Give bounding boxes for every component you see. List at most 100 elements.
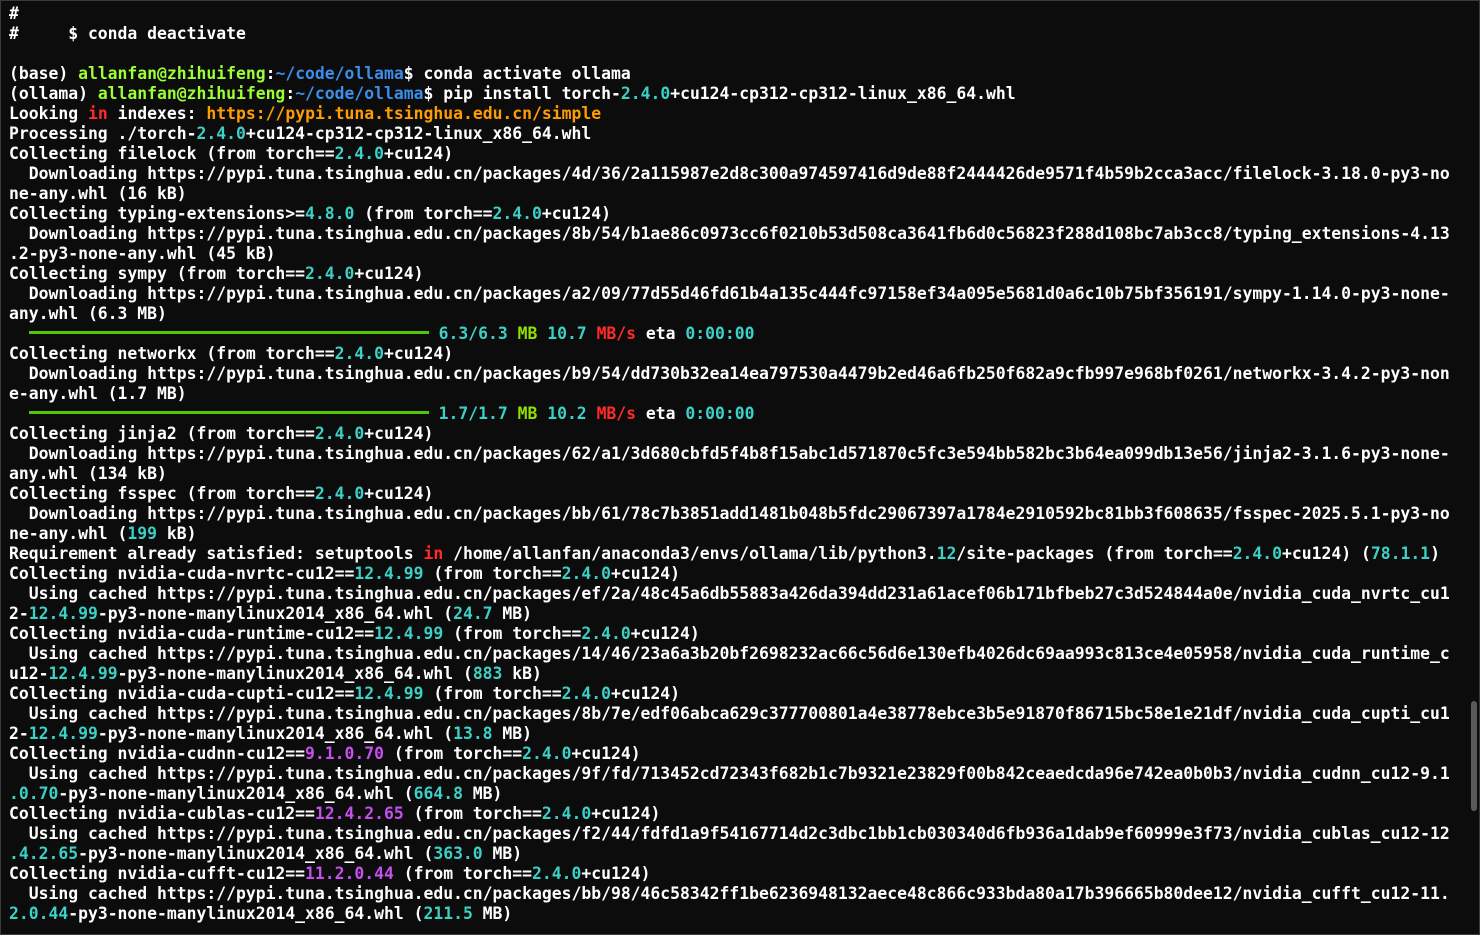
terminal-text-segment: Collecting nvidia-cufft-cu12==: [9, 864, 306, 883]
terminal-text-segment: e-any.whl (1.7 MB): [9, 384, 187, 403]
terminal-text-segment: 199: [127, 524, 158, 543]
terminal-text-segment: 2.4.0: [196, 124, 246, 143]
terminal-text-segment: Using cached https://pypi.tuna.tsinghua.…: [9, 584, 1450, 603]
terminal-line: Collecting sympy (from torch==2.4.0+cu12…: [9, 264, 1467, 284]
terminal-line: .2-py3-none-any.whl (45 kB): [9, 244, 1467, 264]
terminal-line: Downloading https://pypi.tuna.tsinghua.e…: [9, 284, 1467, 304]
terminal-line: Using cached https://pypi.tuna.tsinghua.…: [9, 584, 1467, 604]
terminal-line: 2-12.4.99-py3-none-manylinux2014_x86_64.…: [9, 604, 1467, 624]
terminal-text-segment: Downloading https://pypi.tuna.tsinghua.e…: [9, 224, 1450, 243]
terminal-line: Collecting nvidia-cuda-nvrtc-cu12==12.4.…: [9, 564, 1467, 584]
terminal-line: Requirement already satisfied: setuptool…: [9, 544, 1467, 564]
terminal-text-segment: -py3-none-manylinux2014_x86_64.whl (: [117, 664, 473, 683]
terminal-text-segment: 12: [936, 544, 957, 563]
terminal-text-segment: +cu124): [610, 564, 681, 583]
terminal-text-segment: 0:00:00: [685, 404, 755, 423]
terminal-text-segment: 12.4.2.65: [314, 804, 404, 823]
terminal-text-segment: -py3-none-manylinux2014_x86_64.whl (: [97, 604, 454, 623]
terminal-text-segment: 2.4.0: [334, 344, 384, 363]
terminal-text-segment: https://pypi.tuna.tsinghua.edu.cn/simple: [206, 104, 602, 123]
terminal-text-segment: 883: [472, 664, 503, 683]
terminal-text-segment: 12.4.99: [354, 684, 424, 703]
terminal-line: ne-any.whl (16 kB): [9, 184, 1467, 204]
terminal-text-segment: Using cached https://pypi.tuna.tsinghua.…: [9, 704, 1450, 723]
terminal-text-segment: allanfan@zhihuifeng: [97, 84, 286, 103]
terminal-text-segment: MB/s: [596, 404, 637, 423]
terminal-text-segment: Collecting nvidia-cuda-cupti-cu12==: [9, 684, 355, 703]
terminal-text-segment: Using cached https://pypi.tuna.tsinghua.…: [9, 764, 1450, 783]
terminal-text-segment: 2.4.0: [314, 484, 365, 503]
terminal-line: Collecting typing-extensions>=4.8.0 (fro…: [9, 204, 1467, 224]
terminal-line: #: [9, 4, 1467, 24]
terminal-text-segment: MB: [517, 324, 538, 343]
terminal-text-segment: Downloading https://pypi.tuna.tsinghua.e…: [9, 284, 1450, 303]
terminal-text-segment: 211.5: [423, 904, 473, 923]
terminal-line: Using cached https://pypi.tuna.tsinghua.…: [9, 704, 1467, 724]
terminal-text-segment: allanfan@zhihuifeng: [78, 64, 266, 83]
terminal-line: (ollama) allanfan@zhihuifeng:~/code/olla…: [9, 84, 1467, 104]
terminal-text-segment: (from torch==: [384, 744, 523, 763]
terminal-line: Collecting fsspec (from torch==2.4.0+cu1…: [9, 484, 1467, 504]
terminal-line: Downloading https://pypi.tuna.tsinghua.e…: [9, 504, 1467, 524]
terminal-text-segment: /home/allanfan/anaconda3/envs/ollama/lib…: [443, 544, 937, 563]
terminal-text-segment: Collecting nvidia-cublas-cu12==: [9, 804, 315, 823]
terminal-text-segment: 2-: [9, 724, 29, 743]
terminal-text-segment: Downloading https://pypi.tuna.tsinghua.e…: [9, 504, 1450, 523]
terminal-text-segment: MB): [472, 904, 513, 923]
terminal-text-segment: 2-: [9, 604, 29, 623]
terminal-text-segment: 12.4.99: [28, 604, 98, 623]
terminal-text-segment: 6.3/6.3: [438, 324, 508, 343]
terminal-text-segment: +cu124): [384, 144, 454, 163]
terminal-text-segment: +cu124): [591, 804, 661, 823]
terminal-text-segment: +cu124): [384, 344, 454, 363]
terminal-text-segment: Collecting nvidia-cuda-nvrtc-cu12==: [9, 564, 355, 583]
terminal-line: Collecting filelock (from torch==2.4.0+c…: [9, 144, 1467, 164]
terminal-line: Using cached https://pypi.tuna.tsinghua.…: [9, 884, 1467, 904]
terminal-line: Collecting jinja2 (from torch==2.4.0+cu1…: [9, 424, 1467, 444]
terminal-line: Processing ./torch-2.4.0+cu124-cp312-cp3…: [9, 124, 1467, 144]
terminal-text-segment: (from torch==: [423, 564, 562, 583]
scrollbar-thumb[interactable]: [1471, 701, 1477, 811]
terminal-text-segment: 2.4.0: [561, 684, 611, 703]
terminal-text-segment: Collecting fsspec (from torch==: [9, 484, 315, 503]
terminal-text-segment: .2-py3-none-any.whl (45 kB): [9, 244, 276, 263]
terminal-text-segment: ~/code/ollama: [295, 84, 424, 103]
terminal-text-segment: MB: [517, 404, 538, 423]
terminal-line: Collecting nvidia-cufft-cu12==11.2.0.44 …: [9, 864, 1467, 884]
terminal-text-segment: MB/s: [596, 324, 637, 343]
terminal-text-segment: 12.4.99: [354, 564, 424, 583]
terminal-text-segment: +cu124) (: [1282, 544, 1371, 563]
terminal-text-segment: 12.4.99: [374, 624, 444, 643]
terminal-text-segment: Collecting sympy (from torch==: [9, 264, 306, 283]
terminal-text-segment: MB): [492, 604, 533, 623]
terminal-text-segment: 13.8: [453, 724, 493, 743]
terminal-line: any.whl (134 kB): [9, 464, 1467, 484]
terminal-line: Downloading https://pypi.tuna.tsinghua.e…: [9, 164, 1467, 184]
terminal-text-segment: 363.0: [433, 844, 483, 863]
progress-bar: [28, 331, 429, 334]
terminal-text-segment: 0:00:00: [685, 324, 755, 343]
terminal-text-segment: +cu124-cp312-cp312-linux_x86_64.whl: [245, 124, 592, 143]
terminal-window[interactable]: # # $ conda deactivate (base) allanfan@zhi…: [0, 0, 1480, 935]
terminal-text-segment: in: [87, 104, 108, 123]
terminal-line: Looking in indexes: https://pypi.tuna.ts…: [9, 104, 1467, 124]
terminal-text-segment: Collecting networkx (from torch==: [9, 344, 335, 363]
terminal-text-segment: +cu124): [364, 484, 434, 503]
terminal-text-segment: in: [423, 544, 444, 563]
terminal-line: Using cached https://pypi.tuna.tsinghua.…: [9, 764, 1467, 784]
terminal-text-segment: Using cached https://pypi.tuna.tsinghua.…: [9, 644, 1450, 663]
terminal-text-segment: Processing ./torch-: [9, 124, 197, 143]
terminal-text-segment: 78.1.1: [1370, 544, 1431, 563]
terminal-text-segment: Requirement already satisfied: setuptool…: [9, 544, 424, 563]
terminal-text-segment: 2.4.0: [305, 264, 355, 283]
terminal-text-segment: 2.4.0: [492, 204, 542, 223]
terminal-text-segment: 24.7: [453, 604, 493, 623]
terminal-line: ne-any.whl (199 kB): [9, 524, 1467, 544]
terminal-text-segment: 2.4.0: [532, 864, 582, 883]
terminal-text-segment: -py3-none-manylinux2014_x86_64.whl (: [58, 784, 414, 803]
terminal-text-segment: 9.1.0.70: [305, 744, 384, 763]
